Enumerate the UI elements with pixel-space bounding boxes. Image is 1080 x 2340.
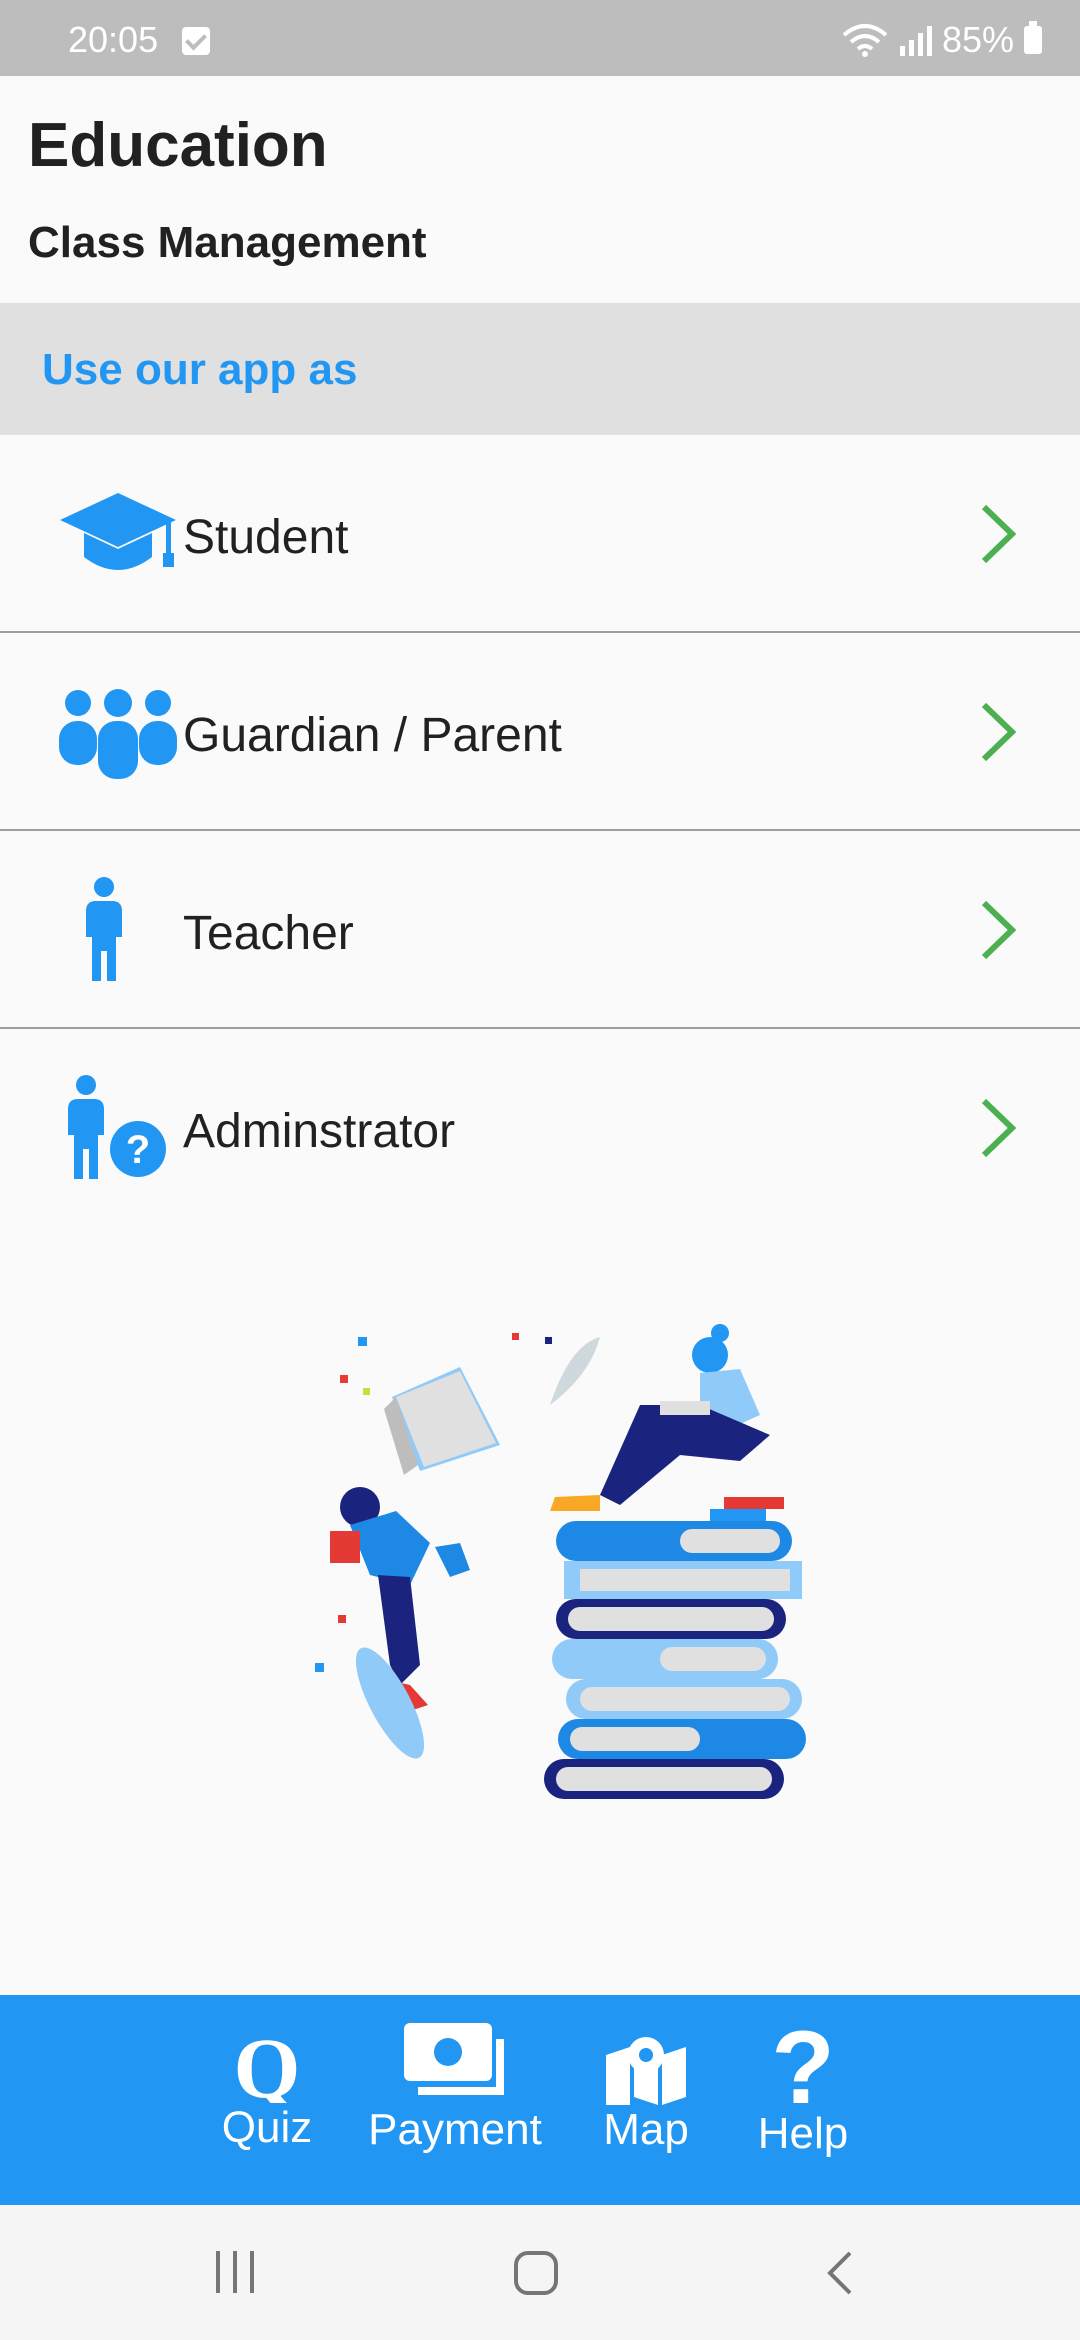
section-header: Use our app as xyxy=(0,303,1080,435)
system-navigation-bar xyxy=(0,2205,1080,2340)
svg-text:Q: Q xyxy=(234,2031,301,2103)
nav-label: Map xyxy=(603,2105,689,2154)
nav-label: Payment xyxy=(368,2105,542,2154)
payment-icon xyxy=(404,2023,504,2095)
role-item-teacher[interactable]: Teacher xyxy=(0,831,1080,1029)
nav-label: Help xyxy=(757,2109,849,2158)
chevron-right-icon xyxy=(981,1098,1017,1158)
recent-apps-icon[interactable] xyxy=(212,2249,258,2295)
section-label: Use our app as xyxy=(42,345,358,394)
students-with-books-illustration xyxy=(315,1324,806,1799)
role-item-guardian[interactable]: Guardian / Parent xyxy=(0,633,1080,831)
status-bar: 20:05 85% xyxy=(0,0,1080,76)
bottom-navigation: Q Quiz Payment Map ? Help xyxy=(0,1995,1080,2205)
role-label: Student xyxy=(183,511,349,564)
family-icon xyxy=(59,689,177,779)
person-icon xyxy=(86,877,122,981)
back-icon[interactable] xyxy=(824,2249,856,2297)
map-icon xyxy=(606,2037,686,2105)
nav-label: Quiz xyxy=(221,2103,313,2152)
battery-percent: 85% xyxy=(941,19,1014,60)
page-subtitle: Class Management xyxy=(28,218,427,267)
notification-check-icon xyxy=(182,27,210,55)
battery-icon xyxy=(1024,21,1042,54)
home-icon[interactable] xyxy=(512,2249,560,2297)
signal-icon xyxy=(899,26,932,56)
nav-help[interactable]: ? Help xyxy=(748,2019,858,2229)
role-item-administrator[interactable]: ? Adminstrator xyxy=(0,1029,1080,1227)
quiz-icon: Q xyxy=(234,2031,301,2103)
role-label: Adminstrator xyxy=(183,1105,456,1158)
status-time: 20:05 xyxy=(68,19,159,60)
chevron-right-icon xyxy=(981,504,1017,564)
role-item-student[interactable]: Student xyxy=(0,435,1080,633)
svg-text:?: ? xyxy=(771,2019,835,2109)
wifi-icon xyxy=(842,24,888,57)
page-title: Education xyxy=(28,111,328,180)
status-right: 85% xyxy=(842,19,1042,61)
chevron-right-icon xyxy=(981,900,1017,960)
graduation-cap-icon xyxy=(60,493,176,570)
nav-payment[interactable]: Payment xyxy=(362,2019,548,2229)
svg-text:?: ? xyxy=(126,1128,150,1172)
app-header: Education Class Management xyxy=(0,76,1080,303)
chevron-right-icon xyxy=(981,702,1017,762)
role-label: Teacher xyxy=(183,907,354,960)
help-icon: ? xyxy=(771,2019,835,2109)
person-question-icon: ? xyxy=(68,1075,166,1179)
role-label: Guardian / Parent xyxy=(183,709,562,762)
